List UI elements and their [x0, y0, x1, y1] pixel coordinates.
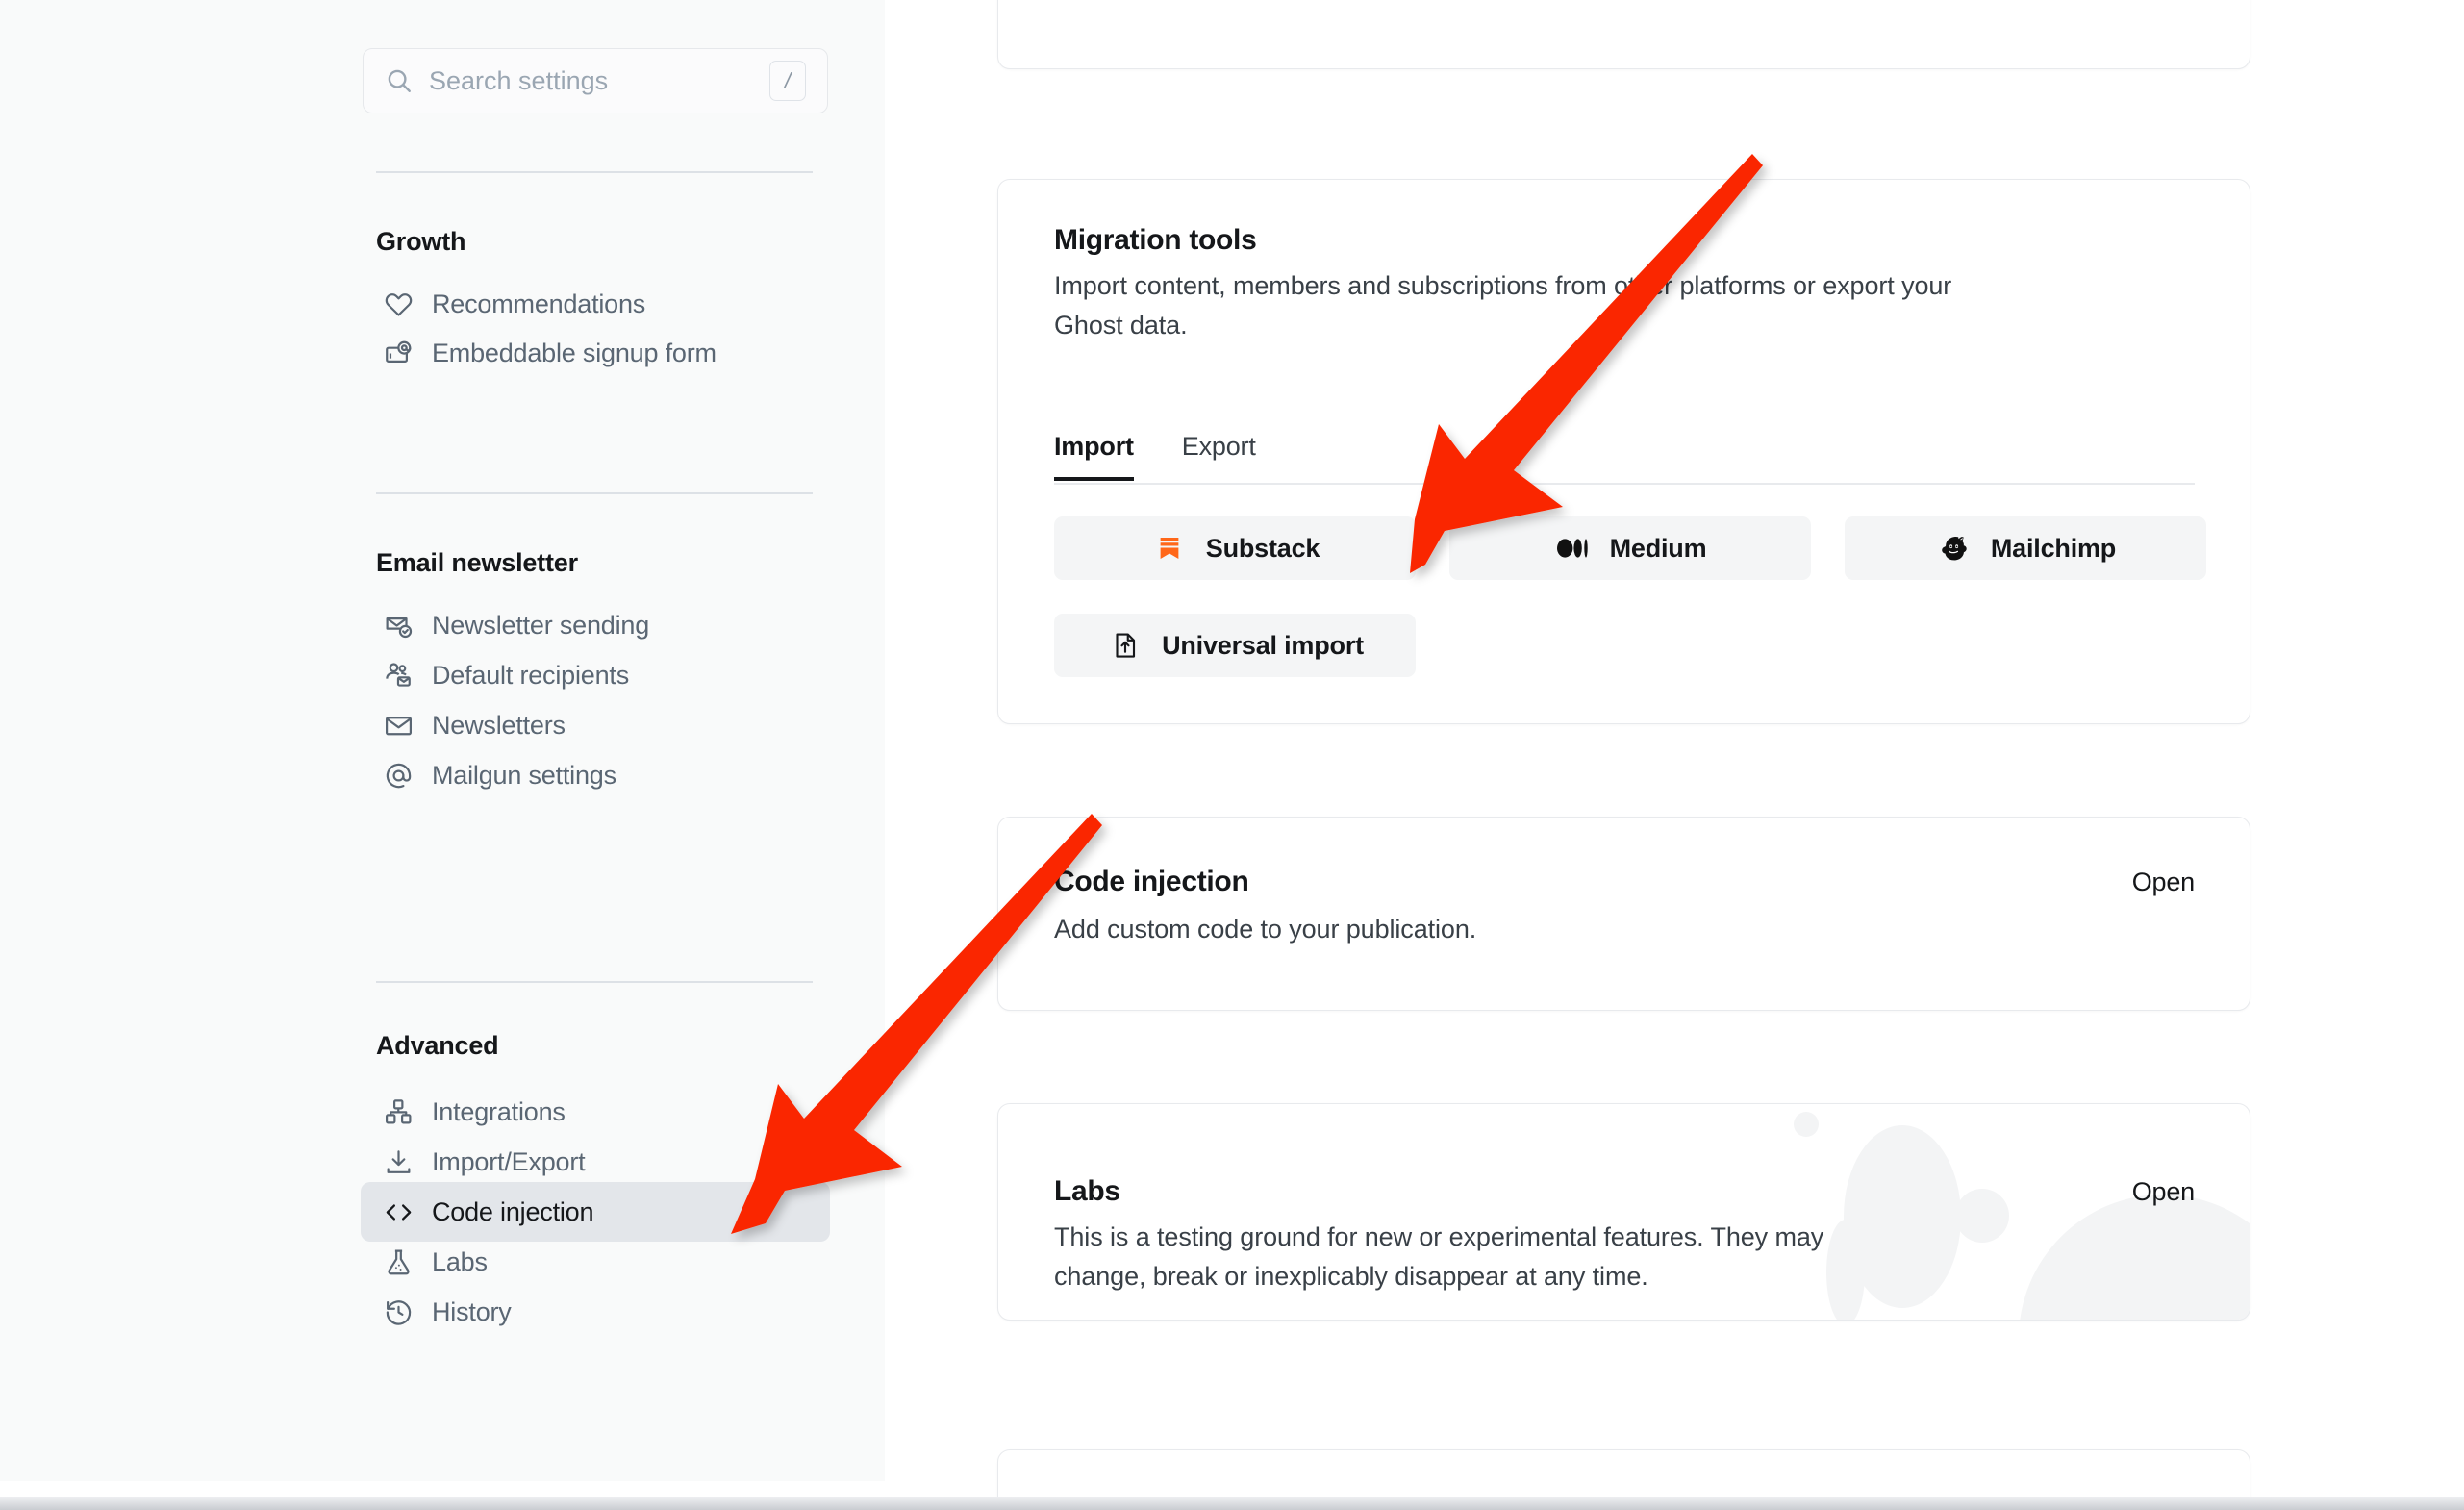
sidebar-item-label: Mailgun settings: [432, 760, 616, 790]
partial-card-above: [997, 0, 2250, 69]
search-input[interactable]: [429, 65, 769, 96]
sidebar-item-label: History: [432, 1296, 512, 1326]
code-injection-card-title: Code injection: [1054, 866, 1249, 897]
sidebar-divider: [376, 981, 813, 983]
migration-tabs: Import Export: [1054, 432, 1304, 481]
labs-card: Labs This is a testing ground for new or…: [997, 1103, 2250, 1321]
sidebar-item-label: Newsletters: [432, 710, 566, 740]
tab-import[interactable]: Import: [1054, 432, 1134, 481]
universal-import-button[interactable]: Universal import: [1054, 614, 1416, 677]
code-injection-card-description: Add custom code to your publication.: [1054, 915, 1477, 944]
migration-tools-title: Migration tools: [1054, 224, 1257, 256]
import-mailchimp-button[interactable]: Mailchimp: [1845, 516, 2206, 580]
import-source-buttons: Substack Medium Mailchimp Universal impo…: [1054, 516, 2208, 677]
labs-card-title: Labs: [1054, 1175, 1120, 1207]
code-brackets-icon: [382, 1195, 415, 1228]
sidebar-item-mailgun-settings[interactable]: Mailgun settings: [361, 745, 830, 805]
import-button-label: Medium: [1609, 533, 1707, 563]
search-settings-box[interactable]: /: [363, 48, 828, 113]
embed-form-icon: [382, 337, 415, 369]
migration-tools-description: Import content, members and subscription…: [1054, 271, 1952, 340]
search-shortcut-badge: /: [769, 61, 806, 101]
sidebar-item-label: Default recipients: [432, 660, 630, 690]
sidebar-item-embeddable-signup-form[interactable]: Embeddable signup form: [361, 323, 830, 383]
window-bottom-strip: [0, 1497, 2464, 1510]
sidebar-item-history[interactable]: History: [361, 1282, 830, 1342]
sidebar-group-title-email-newsletter: Email newsletter: [376, 548, 578, 577]
sidebar-item-label: Recommendations: [432, 289, 646, 318]
sidebar-item-label: Integrations: [432, 1096, 566, 1126]
code-injection-open-link[interactable]: Open: [2132, 868, 2195, 897]
mailchimp-logo-icon: [1935, 529, 1974, 567]
flask-icon: [382, 1246, 415, 1278]
import-button-label: Universal import: [1162, 630, 1364, 660]
heart-icon: [382, 288, 415, 320]
labs-open-link[interactable]: Open: [2132, 1177, 2195, 1207]
medium-logo-icon: [1554, 529, 1593, 567]
import-substack-button[interactable]: Substack: [1054, 516, 1416, 580]
tab-export[interactable]: Export: [1182, 432, 1256, 481]
file-upload-icon: [1106, 626, 1144, 665]
import-button-label: Mailchimp: [1990, 533, 2117, 563]
import-button-label: Substack: [1205, 533, 1320, 563]
at-circle-icon: [382, 759, 415, 792]
download-icon: [382, 1145, 415, 1178]
migration-tools-card: Migration tools Import content, members …: [997, 179, 2250, 724]
envelope-check-icon: [382, 609, 415, 642]
blocks-icon: [382, 1095, 415, 1128]
sidebar-group-title-advanced: Advanced: [376, 1031, 499, 1060]
people-envelope-icon: [382, 659, 415, 692]
substack-logo-icon: [1150, 529, 1189, 567]
settings-main-panel: Migration tools Import content, members …: [885, 0, 2464, 1510]
search-icon: [385, 66, 414, 95]
import-medium-button[interactable]: Medium: [1449, 516, 1811, 580]
sidebar-group-title-growth: Growth: [376, 227, 466, 256]
envelope-icon: [382, 709, 415, 742]
clock-rewind-icon: [382, 1296, 415, 1328]
sidebar-divider: [376, 492, 813, 494]
settings-sidebar: / Growth Recommendations: [0, 0, 885, 1481]
sidebar-item-label: Code injection: [432, 1196, 594, 1226]
sidebar-item-label: Newsletter sending: [432, 610, 650, 640]
labs-card-description: This is a testing ground for new or expe…: [1054, 1222, 1824, 1291]
sidebar-item-label: Import/Export: [432, 1146, 586, 1176]
sidebar-item-label: Embeddable signup form: [432, 338, 717, 367]
code-injection-card: Code injection Add custom code to your p…: [997, 817, 2250, 1011]
sidebar-item-label: Labs: [432, 1246, 488, 1276]
sidebar-divider: [376, 171, 813, 173]
tabs-underline-rule: [1054, 483, 2195, 485]
